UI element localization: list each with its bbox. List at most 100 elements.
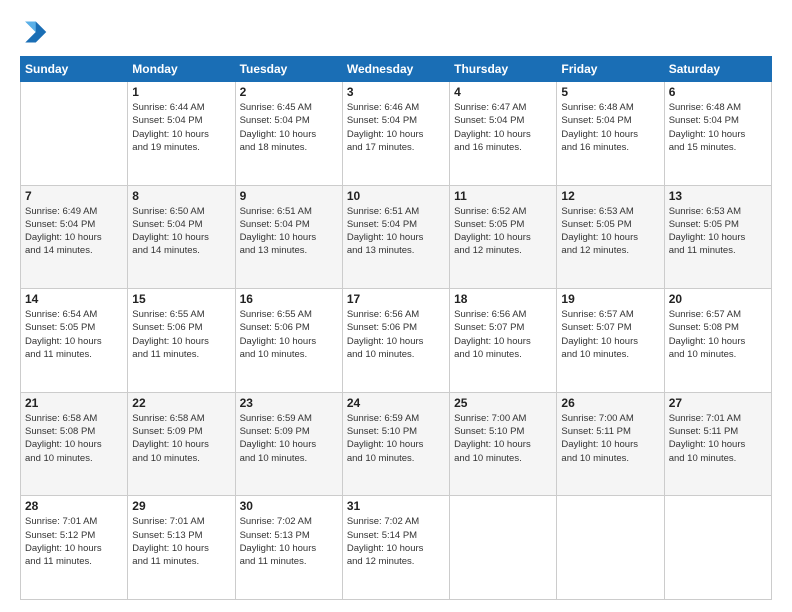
day-info: Sunrise: 6:45 AM Sunset: 5:04 PM Dayligh… <box>240 101 338 154</box>
page: SundayMondayTuesdayWednesdayThursdayFrid… <box>0 0 792 612</box>
day-cell: 29 Sunrise: 7:01 AM Sunset: 5:13 PM Dayli… <box>128 496 235 600</box>
day-info: Sunrise: 7:01 AM Sunset: 5:11 PM Dayligh… <box>669 412 767 465</box>
day-number: 29 <box>132 499 230 513</box>
day-number: 23 <box>240 396 338 410</box>
day-cell: 2 Sunrise: 6:45 AM Sunset: 5:04 PM Daylig… <box>235 82 342 186</box>
day-cell: 31Sunrise: 7:02 AM Sunset: 5:14 PM Dayli… <box>342 496 449 600</box>
day-cell: 14 Sunrise: 6:54 AM Sunset: 5:05 PM Dayli… <box>21 289 128 393</box>
day-number: 8 <box>132 189 230 203</box>
day-info: Sunrise: 6:50 AM Sunset: 5:04 PM Dayligh… <box>132 205 230 258</box>
week-row-3: 21Sunrise: 6:58 AM Sunset: 5:08 PM Dayli… <box>21 392 772 496</box>
day-info: Sunrise: 6:56 AM Sunset: 5:06 PM Dayligh… <box>347 308 445 361</box>
day-cell: 21Sunrise: 6:58 AM Sunset: 5:08 PM Dayli… <box>21 392 128 496</box>
day-info: Sunrise: 6:55 AM Sunset: 5:06 PM Dayligh… <box>240 308 338 361</box>
day-cell: 3Sunrise: 6:46 AM Sunset: 5:04 PM Daylig… <box>342 82 449 186</box>
day-info: Sunrise: 6:51 AM Sunset: 5:04 PM Dayligh… <box>347 205 445 258</box>
day-cell: 5Sunrise: 6:48 AM Sunset: 5:04 PM Daylig… <box>557 82 664 186</box>
day-number: 25 <box>454 396 552 410</box>
day-cell: 9 Sunrise: 6:51 AM Sunset: 5:04 PM Daylig… <box>235 185 342 289</box>
day-cell: 16 Sunrise: 6:55 AM Sunset: 5:06 PM Dayli… <box>235 289 342 393</box>
day-info: Sunrise: 6:52 AM Sunset: 5:05 PM Dayligh… <box>454 205 552 258</box>
day-info: Sunrise: 6:57 AM Sunset: 5:08 PM Dayligh… <box>669 308 767 361</box>
day-cell: 28 Sunrise: 7:01 AM Sunset: 5:12 PM Dayli… <box>21 496 128 600</box>
day-cell: 26Sunrise: 7:00 AM Sunset: 5:11 PM Dayli… <box>557 392 664 496</box>
day-cell: 1Sunrise: 6:44 AM Sunset: 5:04 PM Daylig… <box>128 82 235 186</box>
day-cell: 17 Sunrise: 6:56 AM Sunset: 5:06 PM Dayli… <box>342 289 449 393</box>
day-info: Sunrise: 7:01 AM Sunset: 5:12 PM Dayligh… <box>25 515 123 568</box>
day-number: 7 <box>25 189 123 203</box>
day-number: 10 <box>347 189 445 203</box>
day-number: 1 <box>132 85 230 99</box>
day-number: 18 <box>454 292 552 306</box>
day-info: Sunrise: 6:49 AM Sunset: 5:04 PM Dayligh… <box>25 205 123 258</box>
day-cell: 13 Sunrise: 6:53 AM Sunset: 5:05 PM Dayli… <box>664 185 771 289</box>
day-number: 31 <box>347 499 445 513</box>
day-info: Sunrise: 6:59 AM Sunset: 5:09 PM Dayligh… <box>240 412 338 465</box>
header-cell-friday: Friday <box>557 57 664 82</box>
day-info: Sunrise: 6:48 AM Sunset: 5:04 PM Dayligh… <box>669 101 767 154</box>
calendar-header: SundayMondayTuesdayWednesdayThursdayFrid… <box>21 57 772 82</box>
week-row-1: 7 Sunrise: 6:49 AM Sunset: 5:04 PM Daylig… <box>21 185 772 289</box>
header-cell-saturday: Saturday <box>664 57 771 82</box>
calendar-body: 1Sunrise: 6:44 AM Sunset: 5:04 PM Daylig… <box>21 82 772 600</box>
day-number: 5 <box>561 85 659 99</box>
day-cell: 4 Sunrise: 6:47 AM Sunset: 5:04 PM Daylig… <box>450 82 557 186</box>
day-cell: 10 Sunrise: 6:51 AM Sunset: 5:04 PM Dayli… <box>342 185 449 289</box>
day-info: Sunrise: 7:00 AM Sunset: 5:10 PM Dayligh… <box>454 412 552 465</box>
day-info: Sunrise: 7:01 AM Sunset: 5:13 PM Dayligh… <box>132 515 230 568</box>
day-info: Sunrise: 6:47 AM Sunset: 5:04 PM Dayligh… <box>454 101 552 154</box>
day-info: Sunrise: 7:00 AM Sunset: 5:11 PM Dayligh… <box>561 412 659 465</box>
day-number: 22 <box>132 396 230 410</box>
day-info: Sunrise: 6:58 AM Sunset: 5:09 PM Dayligh… <box>132 412 230 465</box>
day-number: 14 <box>25 292 123 306</box>
day-cell: 18 Sunrise: 6:56 AM Sunset: 5:07 PM Dayli… <box>450 289 557 393</box>
day-cell: 25 Sunrise: 7:00 AM Sunset: 5:10 PM Dayli… <box>450 392 557 496</box>
header-cell-thursday: Thursday <box>450 57 557 82</box>
day-info: Sunrise: 6:54 AM Sunset: 5:05 PM Dayligh… <box>25 308 123 361</box>
day-cell: 22 Sunrise: 6:58 AM Sunset: 5:09 PM Dayli… <box>128 392 235 496</box>
day-number: 13 <box>669 189 767 203</box>
day-number: 24 <box>347 396 445 410</box>
day-number: 15 <box>132 292 230 306</box>
week-row-4: 28 Sunrise: 7:01 AM Sunset: 5:12 PM Dayli… <box>21 496 772 600</box>
day-number: 12 <box>561 189 659 203</box>
day-cell <box>450 496 557 600</box>
header-cell-sunday: Sunday <box>21 57 128 82</box>
day-number: 9 <box>240 189 338 203</box>
week-row-2: 14 Sunrise: 6:54 AM Sunset: 5:05 PM Dayli… <box>21 289 772 393</box>
day-number: 4 <box>454 85 552 99</box>
day-info: Sunrise: 6:53 AM Sunset: 5:05 PM Dayligh… <box>669 205 767 258</box>
day-cell: 7 Sunrise: 6:49 AM Sunset: 5:04 PM Daylig… <box>21 185 128 289</box>
day-cell: 8 Sunrise: 6:50 AM Sunset: 5:04 PM Daylig… <box>128 185 235 289</box>
day-number: 3 <box>347 85 445 99</box>
day-cell: 27Sunrise: 7:01 AM Sunset: 5:11 PM Dayli… <box>664 392 771 496</box>
day-number: 17 <box>347 292 445 306</box>
day-cell: 15 Sunrise: 6:55 AM Sunset: 5:06 PM Dayli… <box>128 289 235 393</box>
day-info: Sunrise: 6:51 AM Sunset: 5:04 PM Dayligh… <box>240 205 338 258</box>
day-info: Sunrise: 6:56 AM Sunset: 5:07 PM Dayligh… <box>454 308 552 361</box>
header-cell-monday: Monday <box>128 57 235 82</box>
day-number: 28 <box>25 499 123 513</box>
day-cell: 6Sunrise: 6:48 AM Sunset: 5:04 PM Daylig… <box>664 82 771 186</box>
day-number: 16 <box>240 292 338 306</box>
day-cell: 11Sunrise: 6:52 AM Sunset: 5:05 PM Dayli… <box>450 185 557 289</box>
day-number: 2 <box>240 85 338 99</box>
day-info: Sunrise: 6:55 AM Sunset: 5:06 PM Dayligh… <box>132 308 230 361</box>
day-cell: 23 Sunrise: 6:59 AM Sunset: 5:09 PM Dayli… <box>235 392 342 496</box>
day-cell: 20 Sunrise: 6:57 AM Sunset: 5:08 PM Dayli… <box>664 289 771 393</box>
day-cell <box>557 496 664 600</box>
day-cell: 30Sunrise: 7:02 AM Sunset: 5:13 PM Dayli… <box>235 496 342 600</box>
day-cell <box>21 82 128 186</box>
header-row: SundayMondayTuesdayWednesdayThursdayFrid… <box>21 57 772 82</box>
logo-icon <box>20 18 48 46</box>
day-info: Sunrise: 6:59 AM Sunset: 5:10 PM Dayligh… <box>347 412 445 465</box>
day-cell: 19Sunrise: 6:57 AM Sunset: 5:07 PM Dayli… <box>557 289 664 393</box>
header-cell-wednesday: Wednesday <box>342 57 449 82</box>
logo <box>20 18 52 46</box>
day-number: 30 <box>240 499 338 513</box>
day-info: Sunrise: 6:58 AM Sunset: 5:08 PM Dayligh… <box>25 412 123 465</box>
day-cell: 12 Sunrise: 6:53 AM Sunset: 5:05 PM Dayli… <box>557 185 664 289</box>
day-info: Sunrise: 6:53 AM Sunset: 5:05 PM Dayligh… <box>561 205 659 258</box>
day-number: 20 <box>669 292 767 306</box>
header <box>20 18 772 46</box>
